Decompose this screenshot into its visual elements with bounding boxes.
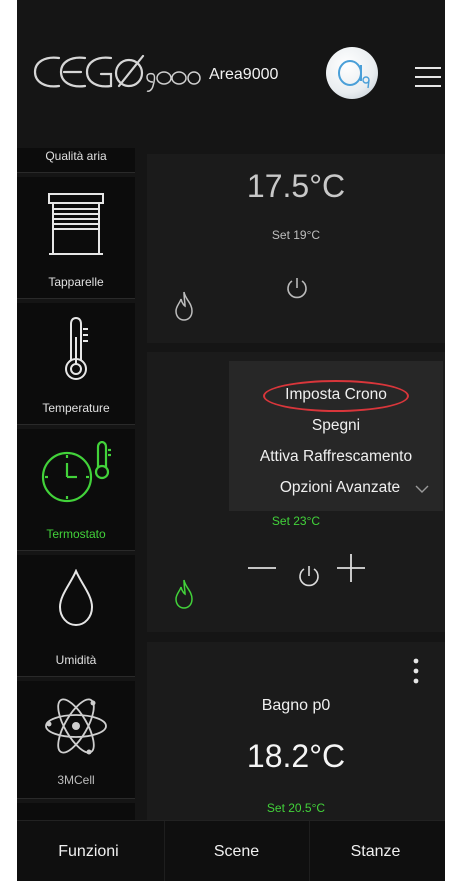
room-thermostat-card[interactable]: Bagno p0 18.2°C Set 20.5°C — [147, 642, 445, 820]
minus-icon[interactable] — [248, 567, 276, 569]
tab-funzioni[interactable]: Funzioni — [17, 821, 160, 881]
card-setpoint: Set 23°C — [271, 514, 321, 528]
sidebar-item-3mcell[interactable]: 3MCell — [17, 681, 135, 799]
more-options-icon[interactable] — [413, 658, 419, 684]
sidebar-item-label: Qualità aria — [45, 149, 107, 163]
sidebar-item-air-quality[interactable]: Qualità aria — [17, 148, 135, 173]
menu-item-spegni[interactable]: Spegni — [229, 417, 443, 435]
water-drop-icon — [58, 569, 94, 627]
menu-item-opzioni-avanzate[interactable]: Opzioni Avanzate — [265, 479, 415, 497]
app-window: Area9000 Qualità aria Tapparelle Tempera… — [17, 0, 445, 881]
sidebar-item-umidita[interactable]: Umidità — [17, 555, 135, 677]
header: Area9000 — [17, 0, 445, 148]
bottom-tab-bar: Funzioni Scene Stanze — [17, 820, 445, 881]
flame-icon — [175, 579, 193, 609]
ego9000-logo — [33, 54, 201, 92]
sidebar-item-termostato[interactable]: Termostato — [17, 429, 135, 551]
sidebar-item-label: Tapparelle — [48, 275, 104, 289]
sidebar-item-temperature[interactable]: Temperature — [17, 303, 135, 425]
a9-logo-icon — [338, 60, 370, 89]
hamburger-menu-icon[interactable] — [415, 67, 441, 87]
flame-icon — [175, 291, 193, 321]
sidebar-item-label: Umidità — [55, 653, 97, 667]
power-icon[interactable] — [297, 564, 321, 588]
a9-logo-button[interactable] — [326, 47, 378, 99]
sidebar-item-label: Temperature — [42, 401, 110, 415]
atom-icon — [45, 698, 107, 755]
sidebar-item-tapparelle[interactable]: Tapparelle — [17, 177, 135, 299]
sidebar-item-label: Termostato — [46, 527, 106, 541]
menu-item-attiva-raffrescamento[interactable]: Attiva Raffrescamento — [229, 448, 443, 466]
clock-thermometer-icon — [41, 441, 111, 503]
card-temperature: 18.2°C — [246, 738, 346, 774]
tab-stanze[interactable]: Stanze — [304, 821, 445, 881]
thermostat-options-menu: Imposta Crono Spegni Attiva Raffrescamen… — [229, 361, 443, 511]
sidebar: Qualità aria Tapparelle Temperature Term… — [17, 148, 139, 820]
plus-icon[interactable] — [337, 554, 365, 582]
room-name: Bagno p0 — [261, 697, 331, 714]
sidebar-item-label: 3MCell — [57, 773, 95, 787]
card-setpoint: Set 19°C — [271, 228, 321, 242]
shutter-icon — [48, 193, 104, 255]
chevron-down-icon[interactable] — [415, 485, 429, 494]
sidebar-item-more[interactable] — [17, 803, 135, 820]
menu-item-imposta-crono[interactable]: Imposta Crono — [229, 386, 443, 404]
card-setpoint: Set 20.5°C — [266, 801, 326, 815]
power-icon[interactable] — [285, 276, 309, 300]
thermostat-card[interactable]: 17.5°C Set 19°C — [147, 154, 445, 343]
area-name[interactable]: Area9000 — [209, 66, 278, 84]
tab-scene[interactable]: Scene — [165, 821, 308, 881]
thermometer-icon — [65, 317, 88, 380]
card-temperature: 17.5°C — [246, 168, 346, 204]
